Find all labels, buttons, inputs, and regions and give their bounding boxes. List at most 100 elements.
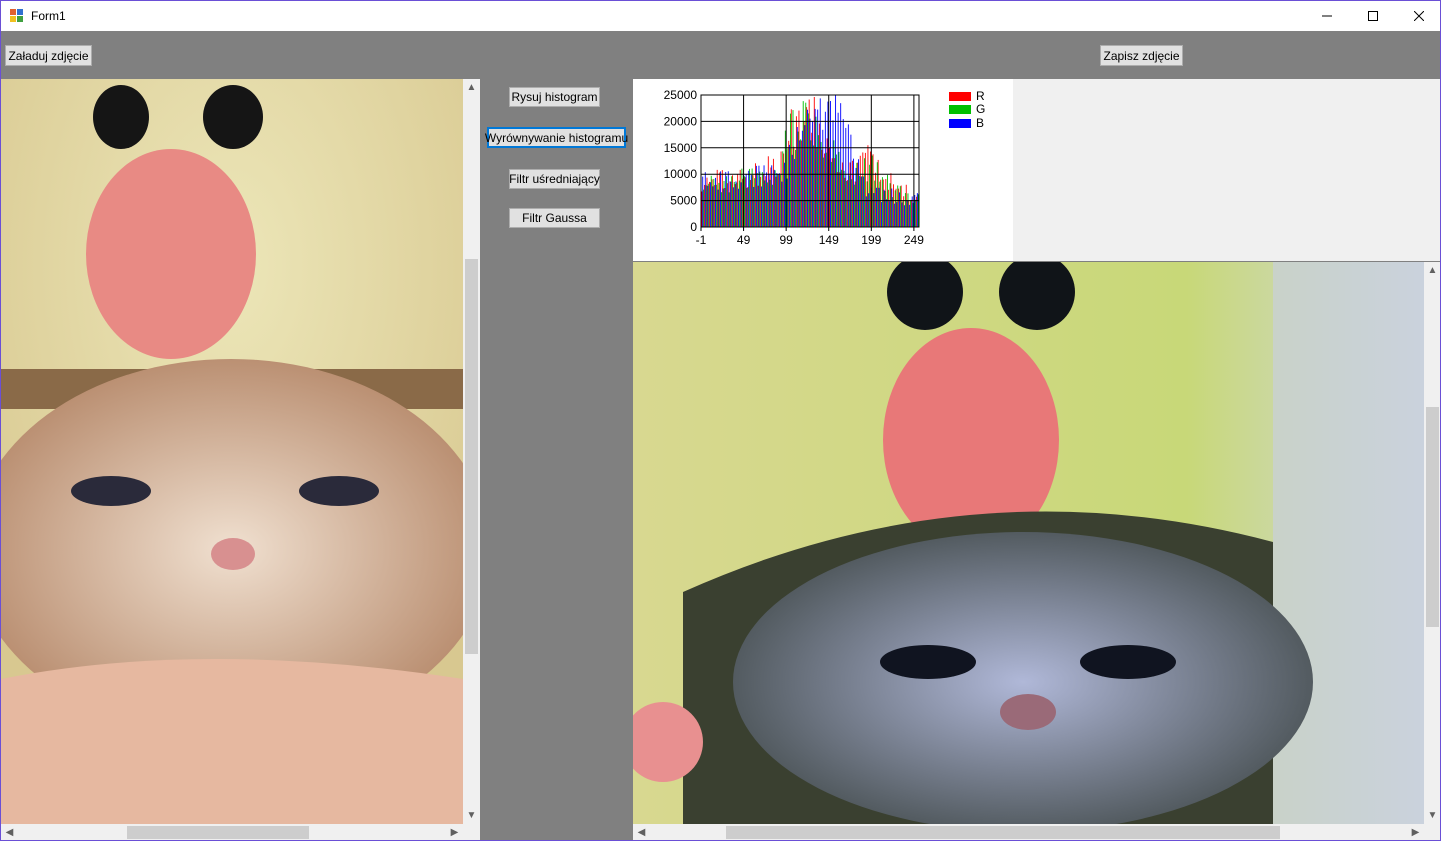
legend-swatch-g — [949, 104, 971, 114]
histogram-bar-b — [794, 158, 796, 227]
kitten-nose — [211, 538, 255, 570]
histogram-bar-g — [823, 157, 825, 227]
original-vertical-scrollbar[interactable]: ▲ ▼ — [463, 79, 480, 824]
histogram-bar-g — [881, 177, 883, 227]
left-eye-bead — [93, 85, 149, 149]
histogram-bar-r — [706, 177, 708, 227]
histogram-bar-b — [707, 185, 709, 227]
histogram-bar-b — [886, 199, 888, 227]
histogram-bar-r — [801, 140, 802, 227]
draw-histogram-button[interactable]: Rysuj histogram — [509, 87, 600, 107]
histogram-bar-g — [784, 130, 786, 227]
histogram-bar-r — [790, 109, 792, 227]
y-tick-label: 10000 — [664, 167, 698, 181]
original-image — [1, 79, 463, 824]
histogram-bar-b — [881, 202, 883, 227]
histogram-bar-b — [814, 108, 816, 227]
scrollbar-thumb[interactable] — [726, 826, 1280, 839]
equalize-histogram-button[interactable]: Wyrównywanie histogramu — [485, 127, 628, 148]
histogram-bar-g — [797, 131, 799, 227]
close-button[interactable] — [1396, 1, 1440, 31]
x-tick-label: 49 — [737, 233, 751, 247]
chart-background — [1013, 79, 1440, 261]
legend-label-b: B — [976, 116, 985, 130]
histogram-bar-g — [708, 183, 710, 227]
histogram-bar-g — [802, 101, 804, 227]
histogram-bar-r — [714, 185, 716, 227]
scroll-up-icon[interactable]: ▲ — [463, 79, 480, 96]
scrollbar-thumb[interactable] — [127, 826, 309, 839]
histogram-bar-r — [732, 175, 733, 227]
histogram-bar-b — [901, 202, 903, 227]
histogram-bar-r — [839, 172, 841, 227]
histogram-bar-r — [910, 199, 912, 227]
histogram-bar-b — [804, 125, 806, 227]
y-tick-label: 20000 — [664, 114, 698, 128]
histogram-bar-b — [720, 171, 722, 227]
histogram-bar-b — [883, 189, 885, 227]
histogram-bar-g — [889, 183, 891, 227]
legend-item-g: G — [949, 102, 985, 116]
legend-item-b: B — [949, 116, 984, 130]
histogram-bar-b — [896, 202, 898, 227]
histogram-bar-r — [880, 179, 882, 227]
histogram-bar-b — [758, 165, 760, 227]
histogram-bar-r — [849, 162, 851, 227]
scrollbar-thumb[interactable] — [1426, 407, 1439, 627]
histogram-bar-g — [861, 176, 863, 227]
save-image-button[interactable]: Zapisz zdjęcie — [1100, 45, 1183, 66]
gauss-filter-button[interactable]: Filtr Gaussa — [509, 208, 600, 228]
histogram-bar-b — [712, 186, 714, 227]
legend-label-g: G — [976, 102, 986, 116]
histogram-bar-b — [735, 181, 737, 227]
histogram-bar-b — [784, 162, 785, 227]
histogram-bar-g — [731, 176, 733, 227]
histogram-bar-r — [775, 176, 777, 227]
histogram-bar-r — [857, 162, 859, 227]
histogram-bar-b — [817, 109, 819, 227]
scroll-down-icon[interactable]: ▼ — [1424, 807, 1440, 824]
histogram-bar-r — [862, 152, 864, 227]
minimize-button[interactable] — [1304, 1, 1350, 31]
histogram-bar-r — [744, 177, 746, 227]
histogram-bar-g — [733, 181, 735, 227]
mean-filter-button[interactable]: Filtr uśredniający — [509, 169, 600, 189]
scroll-left-icon[interactable]: ◀ — [633, 824, 650, 840]
scroll-corner — [463, 824, 480, 840]
minimize-icon — [1322, 15, 1332, 17]
kitten-left-eye — [71, 476, 151, 506]
histogram-bar-r — [885, 178, 887, 227]
histogram-bar-b — [791, 154, 793, 227]
histogram-bar-b — [855, 167, 857, 227]
histogram-bar-r — [867, 145, 869, 227]
histogram-bar-g — [728, 192, 730, 227]
histogram-bar-r — [783, 153, 785, 227]
kitten-left-eye — [880, 645, 976, 679]
processed-horizontal-scrollbar[interactable]: ◀ ▶ — [633, 824, 1424, 840]
histogram-bar-b — [868, 193, 870, 227]
maximize-button[interactable] — [1350, 1, 1396, 31]
window-title: Form1 — [31, 9, 66, 23]
histogram-bar-b — [786, 178, 788, 227]
histogram-bar-b — [898, 192, 900, 227]
scroll-left-icon[interactable]: ◀ — [1, 824, 18, 840]
scroll-right-icon[interactable]: ▶ — [446, 824, 463, 840]
processed-vertical-scrollbar[interactable]: ▲ ▼ — [1424, 262, 1440, 824]
histogram-bar-b — [819, 98, 821, 227]
histogram-bar-b — [799, 140, 801, 227]
histogram-bar-r — [887, 189, 889, 227]
scrollbar-thumb[interactable] — [465, 259, 478, 654]
original-horizontal-scrollbar[interactable]: ◀ ▶ — [1, 824, 463, 840]
histogram-bar-g — [825, 152, 827, 227]
histogram-bar-r — [767, 156, 769, 227]
scroll-down-icon[interactable]: ▼ — [463, 807, 480, 824]
histogram-bar-b — [738, 188, 739, 227]
histogram-bar-g — [759, 171, 761, 227]
load-image-button[interactable]: Załaduj zdjęcie — [5, 45, 92, 66]
scroll-up-icon[interactable]: ▲ — [1424, 262, 1440, 279]
histogram-bar-g — [736, 182, 738, 227]
histogram-bar-b — [809, 118, 811, 227]
histogram-bar-b — [725, 171, 727, 227]
scroll-right-icon[interactable]: ▶ — [1407, 824, 1424, 840]
histogram-bar-g — [853, 184, 855, 227]
